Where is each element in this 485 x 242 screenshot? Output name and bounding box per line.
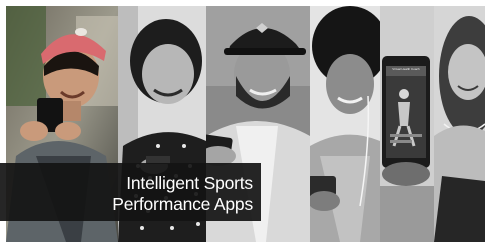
hero-banner: Virtual Health Coach Intelligent Sports … [0,0,485,242]
caption-line-2: Performance Apps [112,194,253,214]
caption-line-1: Intelligent Sports [126,173,253,193]
phone-screen-header: Virtual Health Coach [392,67,420,71]
photo-phone-app-screen: Virtual Health Coach [380,6,434,242]
photo-woman-curly-hair [310,6,380,242]
caption-box: Intelligent Sports Performance Apps [0,163,261,221]
photo-woman-smiling [434,6,485,242]
